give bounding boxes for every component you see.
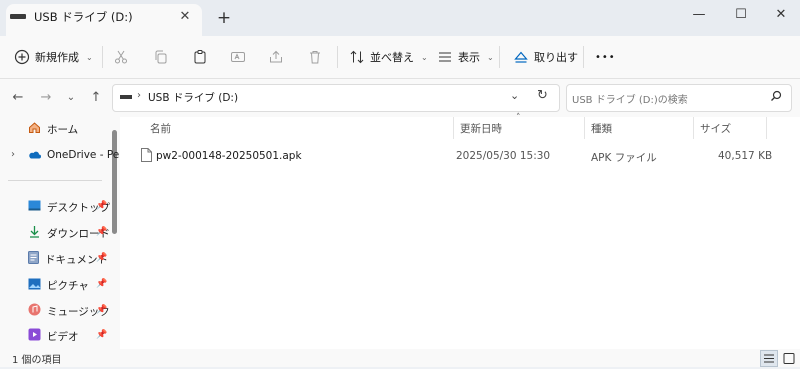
nav-item-home[interactable]: ホーム (28, 119, 78, 139)
rename-icon (230, 49, 246, 65)
view-lines-icon (437, 49, 453, 65)
column-header-modified[interactable]: 更新日時 (460, 121, 502, 136)
pin-icon: 📌 (96, 330, 108, 340)
up-button[interactable]: ↑ (86, 88, 106, 108)
sort-icon (349, 49, 365, 65)
chevron-down-icon: ⌄ (86, 52, 93, 62)
file-icon (141, 148, 152, 165)
video-icon (28, 328, 41, 344)
paste-button[interactable] (192, 36, 208, 78)
sort-arrow-icon: ˄ (516, 113, 521, 123)
file-modified: 2025/05/30 15:30 (456, 150, 551, 162)
eject-button[interactable]: 取り出す (513, 36, 578, 78)
chevron-down-icon: ⌄ (487, 52, 494, 62)
nav-label-onedrive: OneDrive - Pers (47, 149, 130, 161)
item-count: 1 個の項目 (12, 355, 62, 366)
music-icon (28, 303, 41, 319)
nav-label-videos: ビデオ (47, 330, 79, 343)
search-placeholder[interactable]: USB ドライブ (D:)の検索 (572, 91, 688, 106)
chevron-down-icon: ⌄ (66, 92, 76, 103)
column-separator[interactable] (584, 117, 585, 139)
eject-label: 取り出す (534, 51, 578, 64)
new-label: 新規作成 (35, 51, 79, 64)
column-header-name[interactable]: 名前 (150, 121, 171, 136)
chevron-down-icon: ⌄ (421, 52, 428, 62)
pin-icon: 📌 (96, 279, 108, 289)
share-icon (268, 49, 284, 65)
arrow-up-icon: ↑ (90, 90, 102, 105)
file-name[interactable]: pw2-000148-20250501.apk (156, 150, 302, 162)
pictures-icon (28, 278, 41, 293)
cut-button[interactable] (113, 36, 129, 78)
nav-item-onedrive[interactable]: OneDrive - Pers (28, 145, 129, 165)
nav-label-home: ホーム (47, 123, 79, 136)
pin-icon: 📌 (96, 253, 108, 263)
sort-button[interactable]: 並べ替え ⌄ (349, 36, 428, 78)
tab-title: USB ドライブ (D:) (34, 10, 133, 24)
download-icon (28, 225, 41, 241)
close-window-button[interactable]: ✕ (762, 2, 800, 28)
drive-icon (10, 14, 26, 19)
nav-label-pictures: ピクチャ (47, 279, 89, 292)
new-tab-button[interactable]: + (214, 8, 234, 28)
minimize-button[interactable]: — (680, 2, 718, 28)
tab-close-button[interactable]: ✕ (176, 8, 194, 26)
desktop-icon (28, 200, 41, 214)
nav-item-videos[interactable]: ビデオ (28, 326, 79, 346)
large-icons-view-button[interactable] (780, 350, 798, 367)
file-size: 40,517 KB (718, 150, 773, 162)
trash-icon (307, 49, 323, 65)
copy-button[interactable] (153, 36, 169, 78)
column-separator[interactable] (453, 117, 454, 139)
refresh-button[interactable]: ↻ (537, 88, 548, 103)
maximize-button[interactable]: ☐ (722, 2, 760, 28)
drive-icon (120, 95, 132, 99)
plus-circle-icon (14, 49, 30, 65)
share-button[interactable] (268, 36, 284, 78)
chevron-down-icon: ⌄ (510, 89, 520, 102)
column-separator[interactable] (766, 117, 767, 139)
file-type: APK ファイル (591, 152, 657, 164)
eject-icon (513, 49, 529, 65)
pin-icon: 📌 (96, 201, 108, 211)
recent-locations-button[interactable]: ⌄ (61, 88, 81, 108)
toolbar-divider (337, 46, 338, 68)
view-button[interactable]: 表示 ⌄ (437, 36, 494, 78)
more-options-button[interactable]: ••• (595, 36, 616, 78)
column-separator[interactable] (693, 117, 694, 139)
refresh-icon: ↻ (537, 88, 548, 103)
details-view-button[interactable] (760, 350, 778, 367)
back-button[interactable]: ← (8, 88, 28, 108)
delete-button[interactable] (307, 36, 323, 78)
cloud-icon (28, 149, 41, 162)
sort-label: 並べ替え (370, 51, 414, 64)
copy-icon (153, 49, 169, 65)
toolbar-divider (499, 46, 500, 68)
search-icon[interactable] (770, 90, 782, 105)
status-bar (0, 349, 800, 367)
column-header-type[interactable]: 種類 (591, 121, 612, 136)
arrow-right-icon: → (40, 90, 52, 105)
view-label: 表示 (458, 51, 480, 64)
toolbar-divider (102, 46, 103, 68)
pin-icon: 📌 (96, 227, 108, 237)
breadcrumb-usb-drive[interactable]: USB ドライブ (D:) (148, 90, 238, 105)
breadcrumb-separator-icon: › (137, 90, 141, 101)
more-options-icon: ••• (595, 51, 616, 63)
nav-item-pictures[interactable]: ピクチャ (28, 275, 89, 295)
document-icon (28, 251, 39, 267)
home-icon (28, 121, 41, 137)
pin-icon: 📌 (96, 305, 108, 315)
arrow-left-icon: ← (12, 90, 24, 105)
address-dropdown-button[interactable]: ⌄ (510, 89, 519, 102)
clipboard-icon (192, 49, 208, 65)
expand-chevron-icon[interactable]: › (11, 149, 15, 160)
rename-button[interactable] (230, 36, 246, 78)
nav-divider (8, 180, 102, 181)
new-button[interactable]: 新規作成 ⌄ (14, 36, 93, 78)
toolbar-divider (583, 46, 584, 68)
forward-button[interactable]: → (36, 88, 56, 108)
column-header-size[interactable]: サイズ (700, 121, 731, 136)
scissors-icon (113, 49, 129, 65)
